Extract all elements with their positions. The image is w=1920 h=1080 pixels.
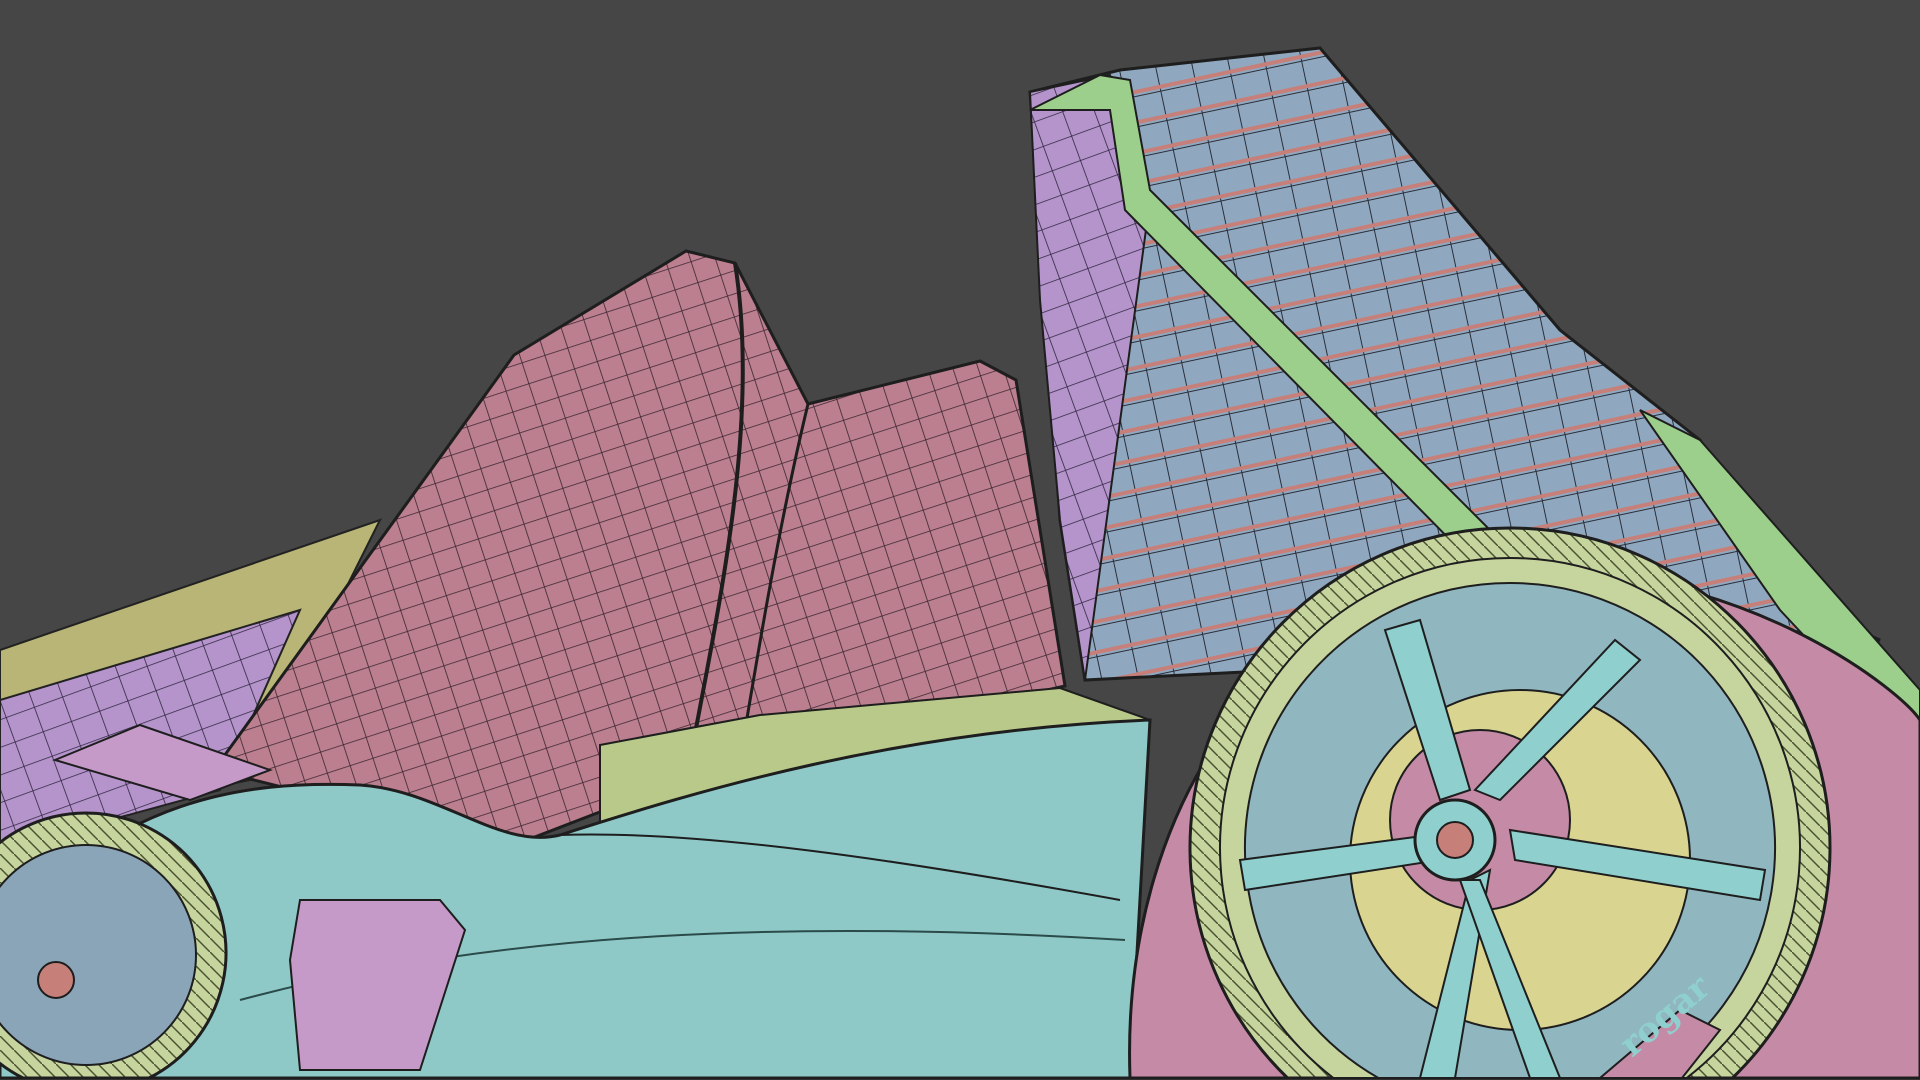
- hub-logo: [1436, 821, 1474, 859]
- left-hub-logo: [37, 961, 75, 999]
- viewport-render: rogar: [0, 0, 1920, 1080]
